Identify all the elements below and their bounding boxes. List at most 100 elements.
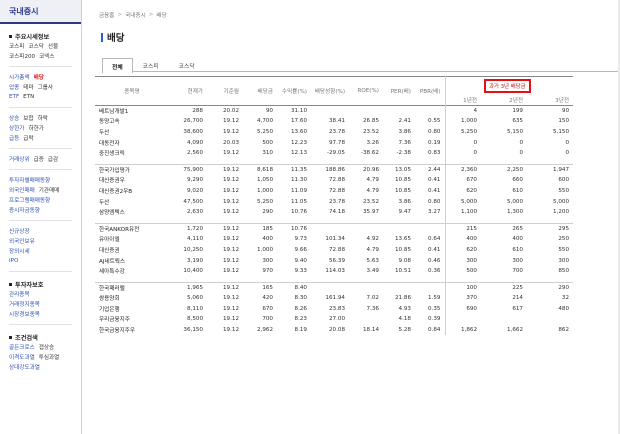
sidebar-section: 투자자보호 관리종목거래정지종목시장경보종목 (0, 279, 81, 319)
stock-name-link[interactable]: 대신증권 (95, 245, 173, 256)
sidebar-item[interactable]: 급증 (34, 155, 44, 163)
sidebar-item[interactable]: 거래상위 (9, 155, 30, 163)
sidebar-item[interactable]: 선물 (48, 42, 58, 50)
stock-name-link[interactable]: 한국패러랠 (95, 282, 173, 293)
table-row: 두산 47,500 19.12 5,250 11.05 23.78 23.52 3.86 0.8… (95, 196, 573, 207)
stock-name-link[interactable]: 대신증권우 (95, 175, 173, 186)
sidebar-link-row: 투자자별매매동향 (9, 175, 72, 185)
table-cell: 19.12 (222, 236, 239, 243)
stock-name-link[interactable]: 기업은행 (95, 304, 173, 315)
table-row: 대신증권 10,250 19.12 1,000 9.66 72.88 4.79 10.85 0.… (95, 244, 573, 256)
stock-name-link[interactable]: 유아이엘 (95, 234, 173, 245)
table-cell: 4.79 (366, 177, 379, 184)
sidebar-item[interactable]: 배당 (34, 73, 44, 81)
stock-name-link[interactable]: 우리금융지주 (95, 314, 173, 325)
tab-all[interactable]: 전체 (102, 58, 133, 73)
table-cell: 4.79 (366, 246, 379, 253)
sidebar-item[interactable]: 하락 (38, 114, 48, 122)
table-cell: 23.52 (362, 198, 379, 205)
table-cell: 0.41 (428, 177, 441, 184)
tab-kosdaq[interactable]: 코스닥 (169, 58, 205, 72)
sidebar-item[interactable]: 상승 (9, 114, 19, 122)
sidebar-item[interactable]: 급등 (9, 134, 19, 142)
table-cell: 19.12 (222, 118, 239, 125)
table-cell: 3.27 (428, 209, 441, 216)
sidebar-section-heading[interactable]: 조건검색 (9, 332, 72, 342)
stock-name-link[interactable]: 삼양엠텍스 (95, 207, 173, 218)
sidebar-item[interactable]: 증시자금동향 (9, 206, 40, 214)
breadcrumb-domestic[interactable]: 국내증시 (125, 11, 146, 19)
table-cell: 700 (262, 316, 273, 323)
table-cell (415, 223, 445, 234)
sidebar-item[interactable]: 외국인보유 (9, 237, 35, 245)
stock-name-link[interactable]: 동양고속 (95, 116, 173, 127)
stock-name-link[interactable]: 대신증권2우B (95, 186, 173, 197)
sidebar-item[interactable]: ETF (9, 94, 19, 100)
sidebar-link-row: 상승 보합 하락 (9, 113, 72, 123)
sidebar-item[interactable]: 이격도과열 (9, 353, 35, 361)
sidebar-section-heading[interactable]: 투자자보호 (9, 279, 72, 289)
stock-name-link[interactable]: 한국가입평가 (95, 164, 173, 175)
sidebar-item[interactable]: 보합 (23, 114, 33, 122)
stock-name-link[interactable]: 한국ANKOR유전 (95, 223, 173, 234)
sidebar-item[interactable]: 거래정지종목 (9, 300, 40, 308)
sidebar-item[interactable]: 업종 (9, 83, 19, 91)
table-cell: 617 (512, 305, 523, 312)
sidebar-item[interactable]: 신규상장 (9, 227, 30, 235)
sidebar-link-row: 증시자금동향 (9, 205, 72, 215)
sidebar-item[interactable]: 코넥스 (39, 52, 54, 60)
table-cell: 150 (558, 118, 570, 125)
table-cell: 5,000 (444, 196, 481, 207)
sidebar-item[interactable]: 그룹사 (38, 83, 53, 91)
page-title-text: 배당 (107, 33, 125, 44)
sidebar-item[interactable]: 관리종목 (9, 290, 30, 298)
sidebar-title[interactable]: 국내증시 (0, 0, 81, 24)
sidebar-item[interactable]: 코스피 (9, 42, 24, 50)
sidebar-item[interactable]: 기관매매 (39, 186, 60, 194)
main-content: 금융홈 > 국내증시 > 배당 배당 전체 코스피 코스닥 종목명 현재가 기준… (90, 0, 620, 434)
table-cell: 290 (558, 284, 570, 291)
sidebar-item[interactable]: 급감 (48, 155, 58, 163)
sidebar-item[interactable]: 시장경보종목 (9, 310, 40, 318)
sidebar-item[interactable]: 상한가 (9, 124, 24, 132)
table-cell: 75,900 (183, 167, 203, 174)
stock-name-link[interactable]: 중진생크릭 (95, 148, 173, 159)
stock-name-link[interactable]: 세아특수강 (95, 266, 173, 277)
sidebar-item[interactable]: 시가총액 (9, 73, 30, 81)
sidebar-item[interactable]: 골든크로스 (9, 343, 35, 351)
table-cell: 10.76 (290, 209, 307, 216)
stock-name-link[interactable]: 두산 (95, 127, 173, 138)
table-cell: 19.12 (222, 295, 239, 302)
sidebar-item[interactable]: 투심과열 (39, 353, 60, 361)
table-cell: 10,400 (183, 268, 203, 275)
sidebar-item[interactable]: 투자자별매매동향 (9, 176, 50, 184)
stock-name-link[interactable]: 한국금융지주우 (95, 325, 173, 336)
sidebar-section: 투자자별매매동향외국인매매 기관매매프로그램매매동향증시자금동향 (0, 175, 81, 215)
sidebar-section-heading[interactable]: 주요시세정보 (9, 31, 72, 41)
sidebar-item[interactable]: 프로그램매매동향 (9, 196, 50, 204)
stock-name-link[interactable]: 대동전자 (95, 137, 173, 148)
tab-kospi[interactable]: 코스피 (133, 58, 169, 72)
stock-name-link[interactable]: 쌍용양회 (95, 293, 173, 304)
sidebar-item[interactable]: 코스닥 (28, 42, 43, 50)
sidebar-item[interactable]: 테마 (23, 83, 33, 91)
sidebar-item[interactable]: 갭상승 (39, 343, 54, 351)
stock-name-link[interactable]: 두산 (95, 196, 173, 207)
sidebar-section: 시가총액 배당업종 테마 그룹사 ETF ETN (0, 72, 81, 102)
sidebar-item[interactable]: 외국인매매 (9, 186, 35, 194)
sidebar-link-row: 장외시세 (9, 246, 72, 256)
sidebar-item[interactable]: 장외시세 (9, 247, 30, 255)
sidebar-item[interactable]: IPO (9, 258, 18, 264)
sidebar-item[interactable]: 상대강도과열 (9, 363, 40, 371)
breadcrumb-home[interactable]: 금융홈 (99, 11, 114, 19)
table-cell: 5,250 (256, 128, 273, 135)
sidebar-item[interactable]: 하한가 (28, 124, 43, 132)
table-cell: 265 (512, 225, 523, 232)
table-cell: 1.59 (428, 295, 441, 302)
sidebar-item[interactable]: ETN (23, 94, 34, 100)
stock-name-link[interactable]: AJ네트웍스 (95, 255, 173, 266)
sidebar-item[interactable]: 급락 (23, 134, 33, 142)
table-cell: 13.60 (290, 128, 307, 135)
sidebar-item[interactable]: 코스피200 (9, 52, 35, 60)
stock-name-link[interactable]: 베트남개발1 (95, 106, 173, 117)
